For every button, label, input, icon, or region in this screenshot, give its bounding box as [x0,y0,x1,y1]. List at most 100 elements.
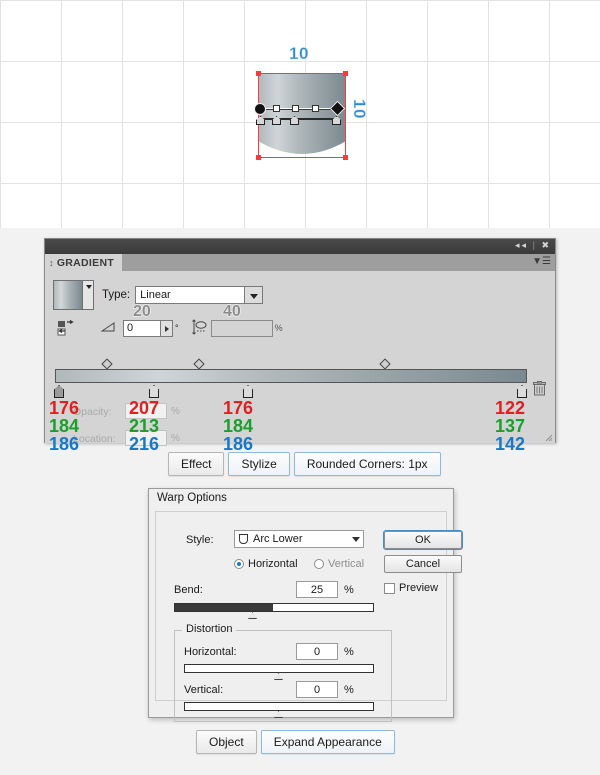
opacity-percent: % [171,406,180,417]
panel-tab-row[interactable]: ↕ GRADIENT ▼☰ [45,254,555,271]
percent-symbol: % [274,323,283,333]
close-icon[interactable]: ✖ [541,240,551,250]
distortion-horizontal-input[interactable]: 0 [296,643,338,660]
stop4-blue: 142 [495,434,526,454]
gradient-stop-4[interactable] [517,385,527,398]
radio-vertical-label: Vertical [328,558,365,570]
gradient-stop-handle[interactable] [312,105,319,112]
gradient-midpoint-1[interactable] [101,358,113,370]
chevron-down-icon[interactable] [245,286,264,304]
warp-options-dialog[interactable]: Warp Options Style: Arc Lower Horizontal… [148,488,463,722]
dialog-title: Warp Options [149,489,453,509]
stop-rgb-values-1: 176 184 186 [49,399,79,453]
breadcrumb-object[interactable]: Object Expand Appearance [196,730,395,754]
stop-rgb-values-4: 122 137 142 [495,399,525,453]
annotation-number-20: 20 [133,303,152,321]
breadcrumb-item-object[interactable]: Object [196,730,257,754]
gradient-panel-body: Type: Linear 0 ° % 20 40 Opacity: % Loca… [45,271,555,453]
annotator-stop-1[interactable] [256,116,265,125]
gradient-midpoint-2[interactable] [193,358,205,370]
breadcrumb-effect[interactable]: Effect Stylize Rounded Corners: 1px [168,452,441,476]
breadcrumb-item-effect[interactable]: Effect [168,452,225,476]
annotator-stop-2[interactable] [272,116,281,125]
distortion-horizontal-percent: % [344,646,354,658]
bend-slider-track[interactable] [174,603,374,612]
stop4-green: 137 [495,416,526,436]
anchor-point-br[interactable] [343,155,348,160]
gradient-angle-row: 0 ° % [53,315,547,341]
distortion-horizontal-track[interactable] [184,664,374,673]
panel-menu-icon[interactable]: ▼☰ [532,257,551,267]
type-select[interactable]: Linear [135,286,246,304]
trash-icon[interactable] [533,381,547,397]
artboard-canvas[interactable]: 10 10 [0,0,600,228]
annotator-stop-4[interactable] [332,116,341,125]
type-label: Type: [102,289,131,301]
angle-stepper[interactable] [161,319,173,337]
grid-line-vertical [244,0,245,228]
angle-input[interactable]: 0 [123,319,161,337]
bend-slider-thumb[interactable] [248,612,257,619]
radio-vertical[interactable]: Vertical [314,558,364,570]
distortion-horizontal-label: Horizontal: [184,646,237,658]
gradient-swatch-dropdown[interactable] [83,280,94,310]
grid-line-horizontal [0,183,600,184]
gradient-midpoint-3[interactable] [379,358,391,370]
tab-gradient[interactable]: ↕ GRADIENT [45,254,123,271]
distortion-vertical-percent: % [344,684,354,696]
distortion-vertical-input[interactable]: 0 [296,681,338,698]
gradient-panel[interactable]: ◂◂ | ✖ ↕ GRADIENT ▼☰ Type: Linear 0 ° % … [44,238,556,453]
radio-horizontal-label: Horizontal [248,558,298,570]
style-select-value: Arc Lower [253,533,303,545]
stop3-green: 184 [223,416,254,436]
radio-horizontal[interactable]: Horizontal [234,558,298,570]
stop2-blue: 216 [129,434,160,454]
stop-rgb-values-3: 176 184 186 [223,399,253,453]
dimension-label-height: 10 [350,99,370,120]
grid-line-vertical [183,0,184,228]
panel-grip-icon: ↕ [49,257,54,268]
anchor-point-tr[interactable] [343,71,348,76]
gradient-ramp[interactable] [55,369,527,383]
stop1-green: 184 [49,416,80,436]
breadcrumb-item-expand-appearance[interactable]: Expand Appearance [260,730,395,754]
anchor-point-bl[interactable] [256,155,261,160]
panel-titlebar-controls[interactable]: ◂◂ | ✖ [515,240,551,251]
gradient-type-row: Type: Linear [53,279,547,311]
stop3-red: 176 [223,398,254,418]
dimension-label-width: 10 [289,44,309,64]
breadcrumb-item-stylize[interactable]: Stylize [228,452,290,476]
degree-symbol: ° [175,323,179,333]
gradient-stop-handle[interactable] [292,105,299,112]
anchor-point-tl[interactable] [256,71,261,76]
checkbox-box [384,582,395,594]
distortion-vertical-track[interactable] [184,702,374,711]
grid-line-vertical [549,0,550,228]
cancel-button[interactable]: Cancel [384,555,462,573]
gradient-swatch[interactable] [53,280,83,310]
gradient-stop-3[interactable] [243,385,253,398]
style-select[interactable]: Arc Lower [234,530,364,548]
grid-line-horizontal [0,0,600,1]
resize-grip-icon[interactable] [545,434,553,442]
gradient-annotator-stops[interactable] [254,113,346,125]
breadcrumb-item-rounded-corners[interactable]: Rounded Corners: 1px [293,452,441,476]
bend-input[interactable]: 25 [296,581,338,598]
reverse-gradient-icon[interactable] [57,319,75,336]
gradient-stop-1[interactable] [54,385,64,398]
ok-button[interactable]: OK [383,530,463,550]
stop2-red: 207 [129,398,160,418]
bend-label: Bend: [174,584,203,596]
collapse-icon[interactable]: ◂◂ [515,240,528,250]
distortion-vertical-label: Vertical: [184,684,224,696]
chevron-down-icon[interactable] [352,537,360,542]
aspect-ratio-input[interactable] [210,319,273,337]
preview-checkbox[interactable]: Preview [384,582,438,594]
gradient-slider[interactable] [54,358,527,398]
stop-rgb-values-2: 207 213 216 [129,399,159,453]
panel-titlebar[interactable]: ◂◂ | ✖ [45,239,555,254]
gradient-stop-handle[interactable] [273,105,280,112]
annotator-stop-3[interactable] [290,116,299,125]
gradient-stop-2[interactable] [149,385,159,398]
radio-vertical-dot [314,559,324,569]
